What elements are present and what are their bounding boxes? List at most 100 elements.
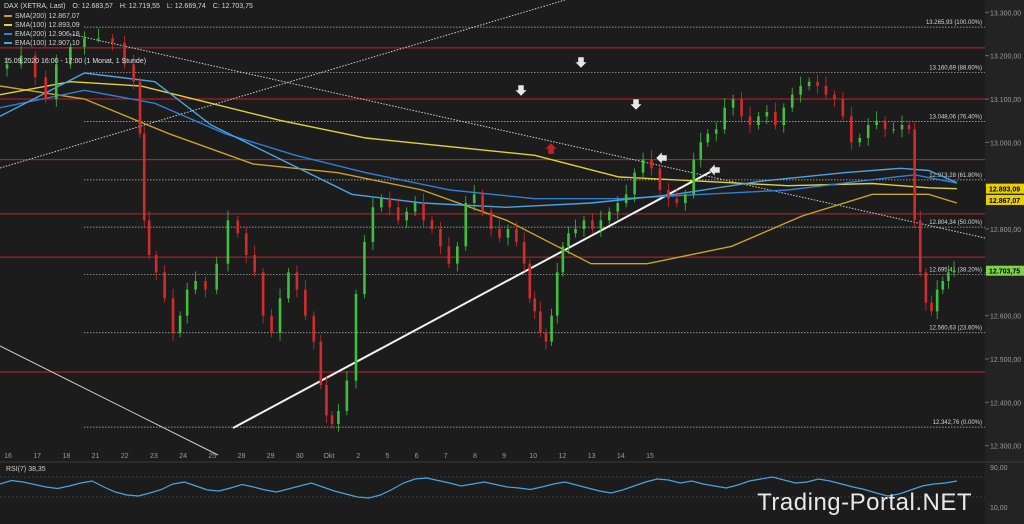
- fib-label-7: 12.342,76 (0.00%): [933, 420, 982, 426]
- instrument-header: DAX (XETRA, Last) O: 12.683,57 H: 12.719…: [4, 3, 253, 10]
- candle-body-41: [371, 207, 375, 242]
- candle-body-64: [550, 315, 553, 342]
- candle-body-107: [900, 125, 904, 130]
- ema100-value: 12.907,10: [48, 40, 80, 47]
- candle-body-79: [667, 190, 670, 199]
- y-tick-label-2: 13.100,00: [990, 97, 1021, 104]
- x-tick-label-4: 22: [121, 453, 129, 460]
- candle-body-19: [185, 289, 189, 316]
- y-tick-label-5: 12.800,00: [990, 227, 1021, 234]
- candle-body-87: [731, 99, 735, 108]
- x-tick-label-18: 10: [529, 453, 537, 460]
- candle-body-8: [97, 38, 100, 40]
- candle-body-108: [907, 125, 911, 130]
- candle-body-103: [866, 125, 870, 138]
- candle-body-73: [616, 203, 620, 212]
- candle-body-111: [924, 272, 928, 303]
- candle-body-26: [253, 255, 256, 273]
- candle-body-21: [204, 281, 207, 290]
- x-tick-label-21: 14: [617, 453, 625, 460]
- candle-body-96: [807, 81, 811, 86]
- chart-canvas[interactable]: 13.300,00 13.200,00 13.100,00 13.000,00 12.9…: [0, 0, 1024, 524]
- x-tick-label-1: 17: [33, 453, 41, 460]
- candle-body-77: [650, 159, 653, 169]
- fib-label-0: 13.265,93 (100.00%): [926, 20, 982, 26]
- candle-body-83: [699, 142, 703, 160]
- price-chart[interactable]: 13.300,00 13.200,00 13.100,00 13.000,00 12.9…: [0, 0, 1024, 524]
- x-tick-label-20: 13: [588, 453, 596, 460]
- fib-label-2: 13.048,06 (76.40%): [929, 115, 982, 121]
- rsi-tick-label-0: 90,00: [990, 465, 1008, 472]
- candle-body-105: [883, 120, 887, 130]
- candle-body-71: [599, 220, 603, 229]
- sma200-name: SMA(200): [15, 13, 47, 20]
- x-tick-label-22: 15: [646, 453, 654, 460]
- sma100-name: SMA(100): [15, 22, 47, 29]
- candle-body-69: [582, 220, 586, 229]
- candle-body-37: [337, 411, 340, 424]
- ema200-name: EMA(200): [15, 31, 47, 38]
- x-tick-label-2: 18: [62, 453, 70, 460]
- legend-ema100: EMA(100) 12.907,10: [4, 40, 80, 47]
- candle-body-74: [624, 194, 628, 203]
- legend-ema200: EMA(200) 12.906,18: [4, 31, 80, 38]
- candle-body-33: [312, 315, 316, 342]
- x-tick-label-11: Okt: [324, 453, 335, 460]
- candle-body-66: [561, 246, 565, 273]
- candle-body-55: [489, 211, 493, 229]
- ema200-value: 12.906,18: [48, 31, 80, 38]
- ema100-swatch: [4, 42, 12, 45]
- candle-body-60: [528, 263, 532, 299]
- y-tick-label-7: 12.600,00: [990, 314, 1021, 321]
- y-tick-label-8: 12.500,00: [990, 357, 1021, 364]
- candle-body-23: [226, 220, 230, 264]
- candle-body-106: [892, 129, 895, 131]
- candle-body-97: [816, 81, 819, 86]
- candle-body-50: [447, 246, 451, 264]
- candle-body-35: [325, 385, 328, 416]
- candle-body-14: [147, 220, 151, 255]
- candle-body-44: [396, 207, 400, 221]
- candle-body-16: [163, 272, 166, 299]
- candle-body-42: [380, 198, 383, 208]
- candle-body-68: [574, 229, 577, 234]
- candle-body-56: [498, 229, 501, 238]
- candle-body-52: [464, 203, 468, 247]
- y-tick-label-3: 13.000,00: [990, 140, 1021, 147]
- candle-body-5: [54, 64, 58, 99]
- candle-body-62: [539, 311, 542, 333]
- candle-body-89: [748, 116, 752, 125]
- candle-body-92: [774, 112, 777, 125]
- x-tick-label-0: 16: [4, 453, 12, 460]
- candle-body-30: [287, 272, 290, 299]
- y-tick-label-1: 13.200,00: [990, 54, 1021, 61]
- candle-body-76: [641, 159, 645, 173]
- interval-info: 15.09.2020 16:00 - 17:00 (1 Monat, 1 Stu…: [4, 58, 147, 65]
- candle-body-31: [295, 272, 299, 290]
- candle-body-61: [533, 298, 537, 312]
- candle-body-101: [850, 116, 853, 143]
- candle-body-25: [244, 233, 248, 255]
- price-badge-label-2: 12.703,75: [989, 269, 1020, 276]
- close-value: C: 12.703,75: [212, 3, 253, 10]
- x-tick-label-8: 28: [238, 453, 246, 460]
- instrument-symbol: DAX (XETRA, Last): [4, 3, 66, 10]
- candle-body-17: [171, 298, 175, 333]
- candle-body-109: [913, 129, 916, 221]
- fib-label-4: 12.804,34 (50.00%): [929, 220, 982, 226]
- candle-body-110: [918, 220, 922, 273]
- candle-body-98: [824, 86, 828, 95]
- x-tick-label-3: 21: [92, 453, 100, 460]
- watermark-logo: Trading-Portal.NET: [757, 489, 972, 516]
- x-tick-label-17: 9: [502, 453, 506, 460]
- rsi-name: RSI(7): [6, 466, 27, 473]
- x-tick-label-19: 12: [559, 453, 567, 460]
- low-value: L: 12.669,74: [166, 3, 206, 10]
- candle-body-99: [833, 94, 836, 99]
- candle-body-29: [278, 298, 282, 333]
- candle-body-53: [472, 194, 476, 203]
- open-value: O: 12.683,57: [72, 3, 113, 10]
- candle-body-93: [782, 107, 786, 125]
- candle-body-84: [706, 133, 710, 143]
- candle-body-70: [591, 220, 594, 229]
